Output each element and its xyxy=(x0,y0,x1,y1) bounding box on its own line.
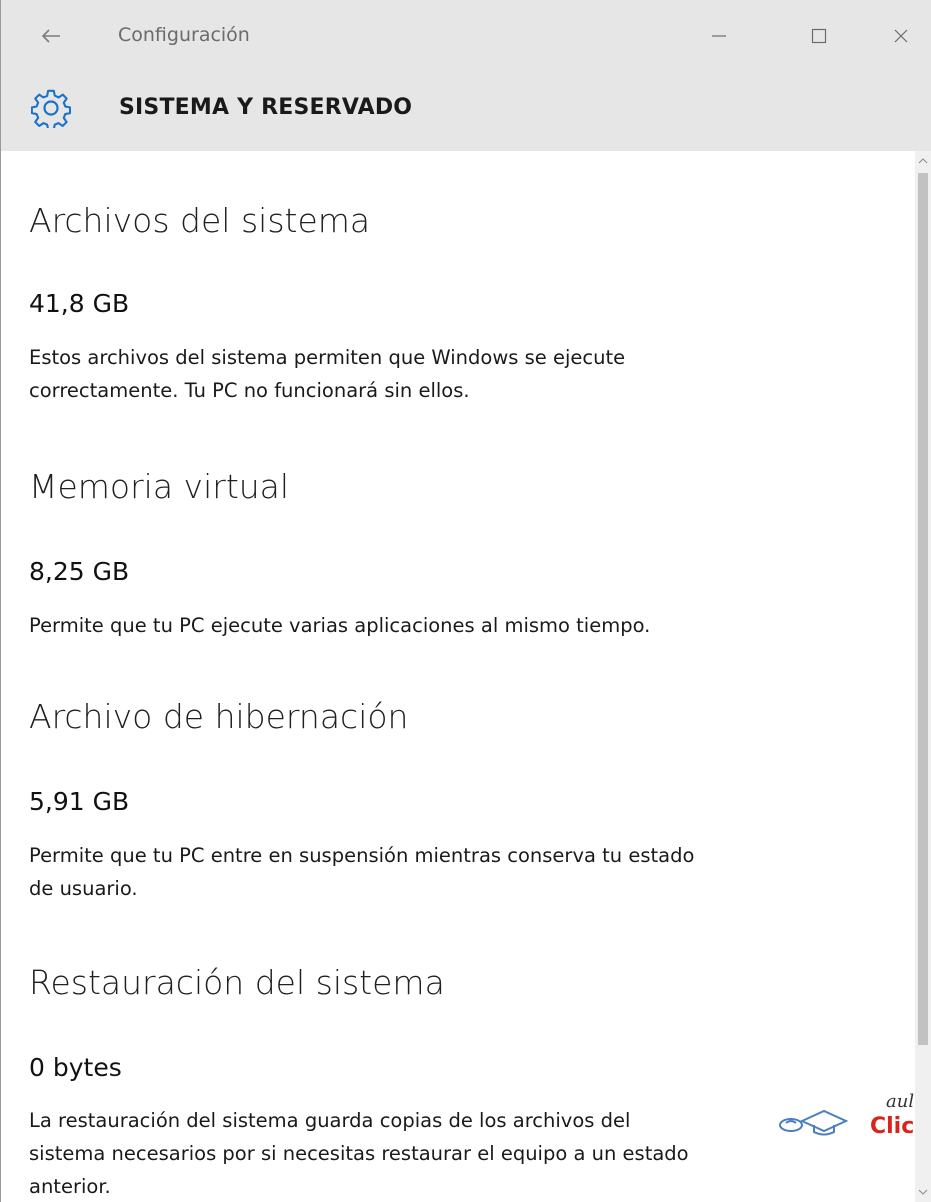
aulaclic-logo: aula Clic xyxy=(779,1091,914,1139)
title-bar: Configuración xyxy=(1,0,931,75)
size-value: 0 bytes xyxy=(29,1053,122,1082)
scroll-up-icon[interactable] xyxy=(917,155,929,167)
section-description: Estos archivos del sistema permiten que … xyxy=(29,341,839,407)
description-line: sistema necesarios por si necesitas rest… xyxy=(29,1142,689,1165)
section-heading: Archivo de hibernación xyxy=(29,697,409,736)
section-description: Permite que tu PC ejecute varias aplicac… xyxy=(29,609,839,642)
minimize-icon xyxy=(712,35,726,37)
description-line: Permite que tu PC entre en suspensión mi… xyxy=(29,844,695,867)
description-line: anterior. xyxy=(29,1175,111,1198)
logo-text-top: aula xyxy=(886,1091,914,1112)
section-description: La restauración del sistema guarda copia… xyxy=(29,1104,839,1202)
close-icon xyxy=(894,29,908,43)
logo-text-bottom: Clic xyxy=(870,1114,914,1139)
description-line: Permite que tu PC ejecute varias aplicac… xyxy=(29,614,651,637)
window-title: Configuración xyxy=(118,24,250,46)
section-system-files: Archivos del sistema 41,8 GB Estos archi… xyxy=(29,201,889,402)
vertical-scrollbar[interactable] xyxy=(915,151,931,1202)
size-value: 41,8 GB xyxy=(29,289,130,318)
page-header: SISTEMA Y RESERVADO xyxy=(1,75,931,151)
size-value: 8,25 GB xyxy=(29,557,130,586)
description-line: Estos archivos del sistema permiten que … xyxy=(29,346,626,369)
minimize-button[interactable] xyxy=(697,14,741,58)
maximize-button[interactable] xyxy=(797,14,841,58)
close-button[interactable] xyxy=(879,14,923,58)
scroll-thumb[interactable] xyxy=(918,173,928,1045)
maximize-icon xyxy=(811,28,827,44)
section-virtual-memory: Memoria virtual 8,25 GB Permite que tu P… xyxy=(29,467,889,637)
page-title: SISTEMA Y RESERVADO xyxy=(119,95,413,120)
section-description: Permite que tu PC entre en suspensión mi… xyxy=(29,839,839,905)
description-line: La restauración del sistema guarda copia… xyxy=(29,1109,631,1132)
section-heading: Restauración del sistema xyxy=(29,963,445,1002)
section-hibernation-file: Archivo de hibernación 5,91 GB Permite q… xyxy=(29,697,889,900)
gear-icon xyxy=(31,89,71,128)
description-line: de usuario. xyxy=(29,877,138,900)
description-line: correctamente. Tu PC no funcionará sin e… xyxy=(29,379,470,402)
scroll-down-icon[interactable] xyxy=(917,1186,929,1198)
size-value: 5,91 GB xyxy=(29,787,130,816)
section-system-restore: Restauración del sistema 0 bytes La rest… xyxy=(29,963,889,1198)
section-heading: Archivos del sistema xyxy=(29,201,371,240)
back-button[interactable] xyxy=(31,16,71,56)
section-heading: Memoria virtual xyxy=(29,467,290,506)
settings-window: Configuración SISTEMA Y RESERVADO Archiv… xyxy=(0,0,931,1202)
back-arrow-icon xyxy=(41,29,60,43)
content-area: Archivos del sistema 41,8 GB Estos archi… xyxy=(1,151,916,1202)
